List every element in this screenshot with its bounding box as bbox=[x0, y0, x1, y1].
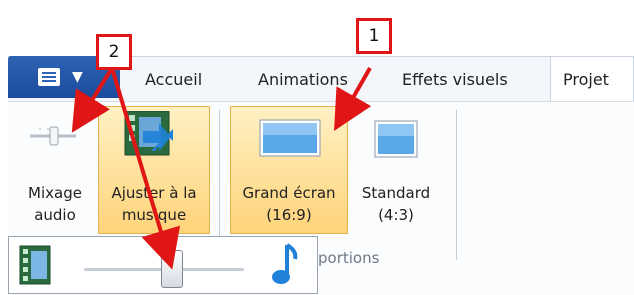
standard-label-2: (4:3) bbox=[378, 206, 414, 224]
callout-1: 1 bbox=[356, 18, 392, 54]
video-film-icon bbox=[19, 245, 51, 285]
standard-aspect-icon bbox=[374, 120, 418, 158]
grand-ecran-label-1: Grand écran bbox=[242, 184, 336, 202]
mixage-audio-label-2: audio bbox=[34, 206, 76, 224]
tab-projet[interactable]: Projet bbox=[550, 56, 634, 101]
ribbon-group-label: portions bbox=[318, 249, 380, 267]
ajuster-musique-label-2: musique bbox=[121, 206, 187, 224]
chevron-down-icon: ▼ bbox=[72, 69, 83, 85]
standard-label-1: Standard bbox=[361, 184, 431, 202]
fit-to-music-icon bbox=[124, 111, 173, 156]
document-icon bbox=[38, 68, 60, 86]
tab-projet-label: Projet bbox=[563, 70, 609, 89]
tab-accueil[interactable]: Accueil bbox=[145, 70, 202, 89]
ribbon-group-separator-2 bbox=[456, 110, 457, 260]
audio-mix-slider-icon bbox=[30, 126, 76, 146]
callout-2: 2 bbox=[96, 34, 132, 70]
mixage-audio-label-1: Mixage bbox=[28, 184, 82, 202]
tab-effets-visuels[interactable]: Effets visuels bbox=[402, 70, 508, 89]
widescreen-icon bbox=[259, 119, 321, 157]
grand-ecran-label-2: (16:9) bbox=[266, 206, 312, 224]
tab-animations[interactable]: Animations bbox=[258, 70, 348, 89]
ajuster-musique-label-1: Ajuster à la bbox=[111, 184, 197, 202]
audio-mix-slider-thumb[interactable] bbox=[161, 250, 183, 288]
music-note-icon bbox=[272, 243, 298, 284]
